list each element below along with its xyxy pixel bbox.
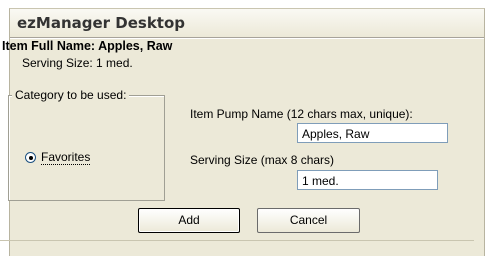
pump-name-label: Item Pump Name (12 chars max, unique): (190, 107, 413, 121)
pump-name-input[interactable]: Apples, Raw (297, 123, 448, 143)
item-full-name: Item Full Name: Apples, Raw (2, 39, 173, 53)
add-button[interactable]: Add (138, 208, 240, 233)
item-serving-size: Serving Size: 1 med. (22, 56, 133, 70)
window-title: ezManager Desktop (17, 14, 186, 32)
radio-selected-dot (29, 156, 33, 160)
bottom-separator (0, 240, 474, 241)
favorites-radio-label[interactable]: Favorites (41, 150, 91, 165)
serving-size-label: Serving Size (max 8 chars) (190, 153, 335, 167)
serving-size-input[interactable]: 1 med. (297, 170, 438, 190)
category-groupbox (8, 95, 165, 201)
favorites-radio[interactable] (25, 152, 36, 163)
category-groupbox-label: Category to be used: (12, 88, 130, 102)
title-bar: ezManager Desktop (10, 9, 484, 37)
cancel-button[interactable]: Cancel (257, 208, 360, 233)
